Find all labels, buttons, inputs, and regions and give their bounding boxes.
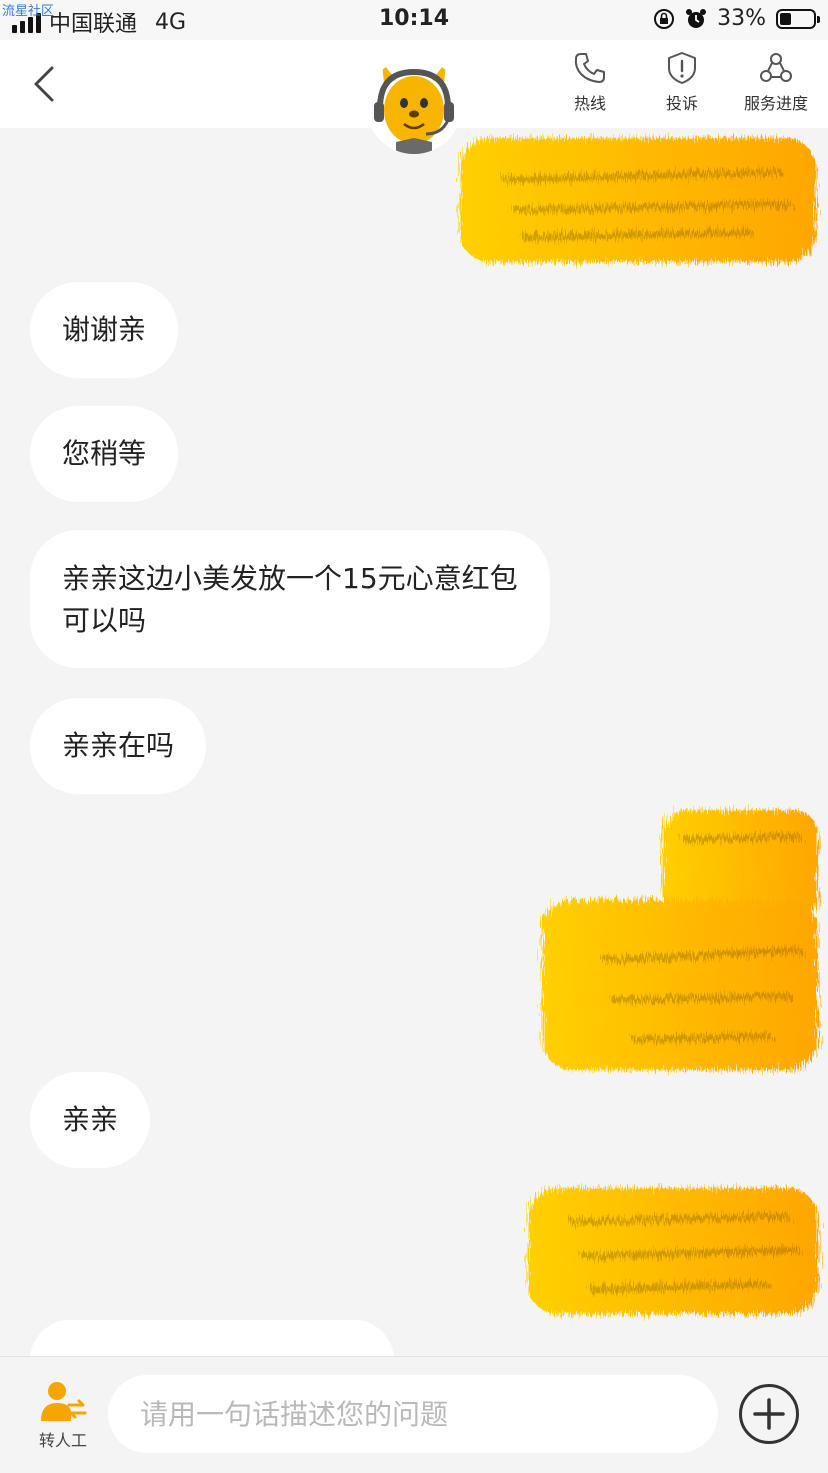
person-transfer-icon (41, 1382, 87, 1421)
message-bubble: 您稍等 (30, 406, 179, 502)
message-text: 亲亲在吗 (62, 729, 175, 762)
battery-icon (776, 8, 820, 29)
message-bubble: 亲亲在吗 (30, 698, 207, 794)
alarm-icon (686, 8, 707, 28)
message-text-line: 可以吗 (62, 604, 147, 637)
scribble-icon (460, 138, 816, 262)
message-bubble: 亲亲这边小美发放一个15元心意红包 可以吗 (30, 530, 550, 668)
message-text: 亲亲 (62, 1103, 119, 1136)
complaint-button[interactable]: 投诉 (664, 50, 700, 114)
message-bubble: 亲亲 (30, 1072, 151, 1168)
add-attachment-button[interactable] (738, 1383, 800, 1445)
message-text: 谢谢亲 (62, 313, 147, 346)
mascot-icon (366, 58, 462, 154)
shield-alert-icon (668, 52, 696, 84)
plus-circle-icon (739, 1384, 799, 1444)
status-right: 33% (653, 6, 820, 31)
hotline-label: 热线 (573, 94, 606, 113)
phone-icon (574, 53, 605, 83)
agent-avatar (366, 58, 462, 154)
progress-nodes-icon (760, 53, 792, 82)
hotline-button[interactable]: 热线 (572, 50, 608, 114)
message-bubble: 谢谢亲 (30, 282, 179, 378)
back-button[interactable] (26, 62, 70, 106)
transfer-to-human-button[interactable]: 转人工 (30, 1381, 96, 1451)
scribble-icon (542, 810, 818, 1070)
complaint-label: 投诉 (665, 94, 698, 113)
status-bar: 中国联通 4G 10:14 33% (0, 0, 828, 40)
chevron-left-icon (34, 66, 54, 102)
service-progress-label: 服务进度 (744, 94, 809, 113)
message-text-line: 亲亲这边小美发放一个15元心意红包 (62, 562, 518, 595)
transfer-label: 转人工 (38, 1431, 87, 1450)
watermark: 流星社区 (2, 4, 55, 19)
battery-fill (780, 12, 791, 25)
message-text: 您稍等 (62, 437, 147, 470)
service-progress-button[interactable]: 服务进度 (744, 50, 808, 114)
redacted-message-bubble (520, 1170, 824, 1330)
redacted-message-bubble (452, 120, 824, 280)
scribble-icon (528, 1188, 818, 1314)
input-bar: 转人工 (0, 1356, 828, 1473)
rotation-lock-icon (654, 8, 675, 29)
redacted-message-bubble (532, 790, 824, 1090)
message-input[interactable] (108, 1375, 718, 1453)
battery-percent: 33% (717, 6, 766, 31)
